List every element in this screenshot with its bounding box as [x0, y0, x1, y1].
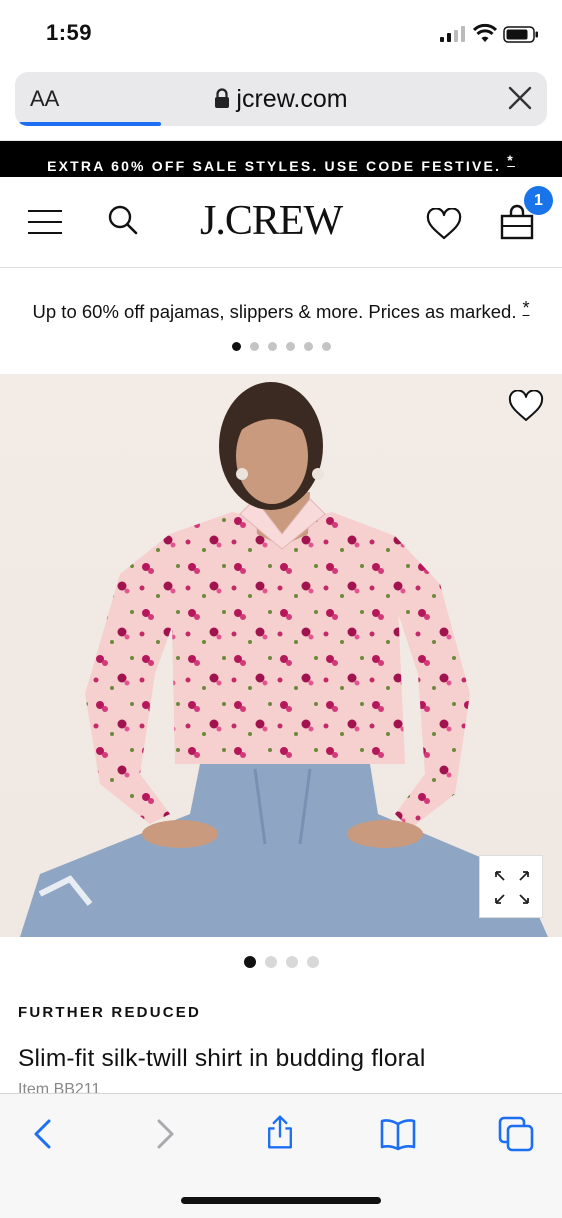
product-item-number: Item BB211 — [18, 1081, 101, 1093]
tabs-icon[interactable] — [498, 1116, 534, 1152]
image-carousel-dots — [244, 956, 319, 968]
close-icon[interactable] — [507, 85, 533, 111]
carousel-dot[interactable] — [322, 342, 331, 351]
promo-carousel[interactable]: Up to 60% off pajamas, slippers & more. … — [0, 268, 562, 374]
url-display[interactable]: jcrew.com — [15, 85, 547, 114]
carousel-dot[interactable] — [250, 342, 259, 351]
share-icon[interactable] — [262, 1114, 298, 1150]
carousel-dot[interactable] — [232, 342, 241, 351]
model-photo — [20, 382, 548, 937]
page-load-progress — [19, 122, 161, 126]
product-title: Slim-fit silk-twill shirt in budding flo… — [18, 1045, 426, 1072]
product-favorite-heart-icon[interactable] — [508, 390, 544, 422]
back-icon[interactable] — [26, 1116, 62, 1152]
image-dot[interactable] — [265, 956, 277, 968]
carousel-disclaimer-link[interactable]: * — [522, 298, 529, 318]
expand-icon — [495, 871, 529, 904]
battery-icon — [503, 26, 538, 43]
cellular-signal-icon — [440, 26, 465, 42]
image-dot[interactable] — [244, 956, 256, 968]
url-text: jcrew.com — [236, 85, 348, 113]
promo-carousel-text: Up to 60% off pajamas, slippers & more. … — [32, 298, 530, 322]
carousel-dot[interactable] — [268, 342, 277, 351]
product-image[interactable] — [0, 374, 562, 937]
carousel-dot[interactable] — [304, 342, 313, 351]
wifi-icon — [473, 23, 497, 42]
home-indicator[interactable] — [181, 1197, 381, 1204]
product-badge: FURTHER REDUCED — [18, 1004, 201, 1021]
lock-icon — [215, 88, 230, 108]
bag-count-badge: 1 — [524, 186, 553, 215]
promo-banner-text: EXTRA 60% OFF SALE STYLES. USE CODE FEST… — [47, 158, 502, 174]
browser-address-area: AA jcrew.com — [0, 66, 562, 141]
bookmarks-icon[interactable] — [380, 1116, 416, 1152]
promo-banner[interactable]: EXTRA 60% OFF SALE STYLES. USE CODE FEST… — [0, 141, 562, 177]
search-icon[interactable] — [107, 204, 139, 236]
status-time: 1:59 — [46, 20, 93, 45]
wishlist-heart-icon[interactable] — [426, 208, 462, 240]
image-dot[interactable] — [307, 956, 319, 968]
menu-icon[interactable] — [28, 210, 62, 234]
promo-carousel-dots — [232, 342, 331, 351]
site-header: J.CREW 1 — [0, 177, 562, 268]
promo-disclaimer-link[interactable]: * — [507, 152, 515, 168]
carousel-dot[interactable] — [286, 342, 295, 351]
jcrew-logo[interactable]: J.CREW — [200, 197, 343, 245]
address-bar[interactable]: AA jcrew.com — [15, 72, 547, 126]
expand-image-button[interactable] — [479, 855, 543, 918]
image-dot[interactable] — [286, 956, 298, 968]
status-bar: 1:59 — [0, 0, 562, 66]
forward-icon[interactable] — [146, 1116, 182, 1152]
